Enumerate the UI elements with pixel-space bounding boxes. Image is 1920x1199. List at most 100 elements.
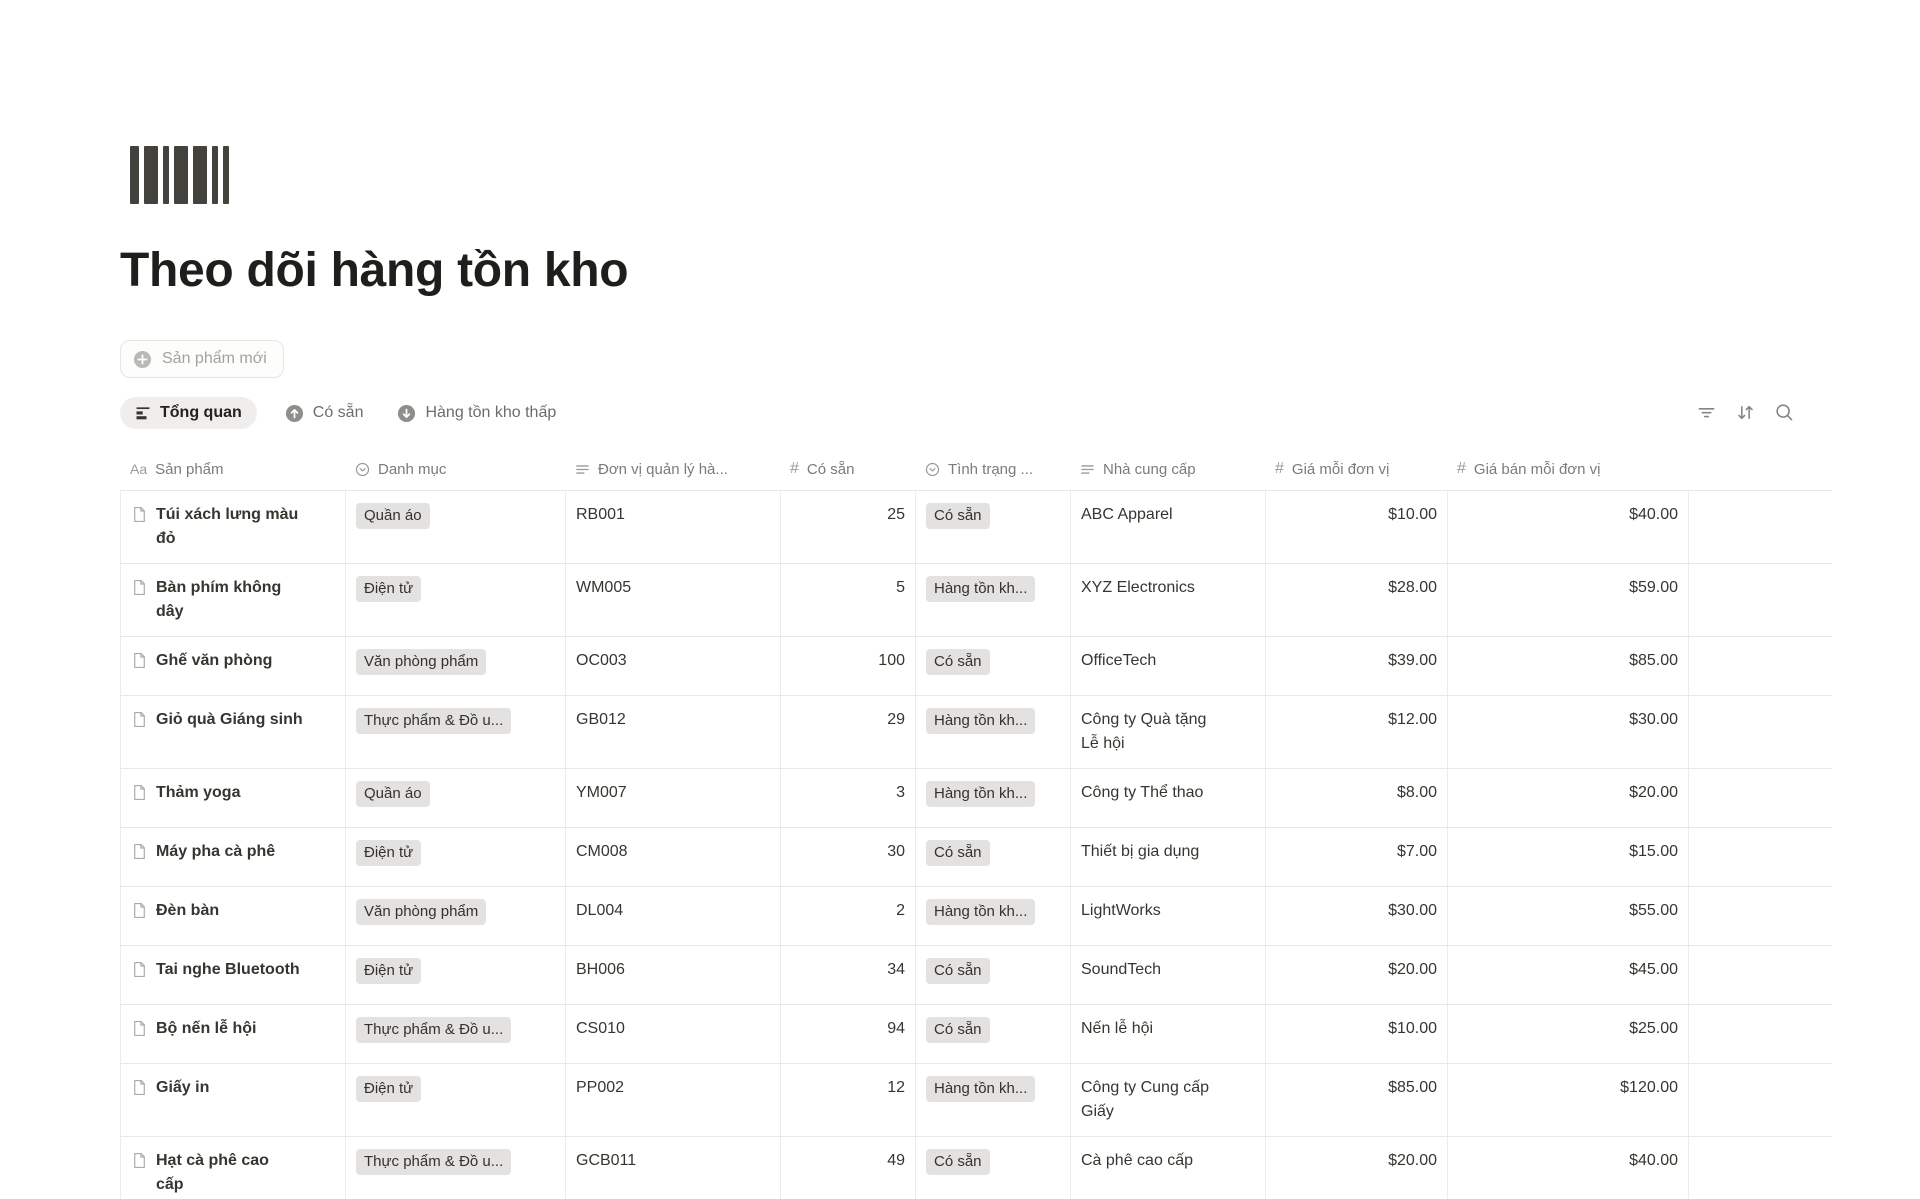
sale-price-cell[interactable]: $45.00 [1448,946,1689,1004]
sku-cell[interactable]: OC003 [566,637,781,695]
column-header-sku[interactable]: Đơn vị quản lý hà... [565,461,780,478]
barcode-icon[interactable] [130,146,1832,204]
supplier-cell[interactable]: LightWorks [1071,887,1266,945]
supplier-cell[interactable]: OfficeTech [1071,637,1266,695]
product-cell[interactable]: Giấy in [121,1064,346,1136]
search-button[interactable] [1772,400,1796,424]
available-cell[interactable]: 12 [781,1064,916,1136]
column-header-status[interactable]: Tình trạng ... [915,461,1070,478]
category-cell[interactable]: Văn phòng phẩm [346,887,566,945]
category-cell[interactable]: Quần áo [346,769,566,827]
available-cell[interactable]: 100 [781,637,916,695]
empty-cell[interactable] [1689,1064,1833,1136]
unit-price-cell[interactable]: $10.00 [1266,491,1448,563]
empty-cell[interactable] [1689,828,1833,886]
unit-price-cell[interactable]: $20.00 [1266,946,1448,1004]
supplier-cell[interactable]: Nến lễ hội [1071,1005,1266,1063]
status-cell[interactable]: Có sẵn [916,828,1071,886]
product-cell[interactable]: Máy pha cà phê [121,828,346,886]
sale-price-cell[interactable]: $20.00 [1448,769,1689,827]
product-cell[interactable]: Ghế văn phòng [121,637,346,695]
category-cell[interactable]: Văn phòng phẩm [346,637,566,695]
tab-overview[interactable]: Tổng quan [120,397,257,429]
empty-cell[interactable] [1689,696,1833,768]
status-cell[interactable]: Có sẵn [916,946,1071,1004]
supplier-cell[interactable]: Công ty Thể thao [1071,769,1266,827]
unit-price-cell[interactable]: $7.00 [1266,828,1448,886]
column-header-unit_price[interactable]: # Giá mỗi đơn vị [1265,460,1447,478]
supplier-cell[interactable]: ABC Apparel [1071,491,1266,563]
new-product-button[interactable]: Sản phẩm mới [120,340,284,378]
status-cell[interactable]: Có sẵn [916,1005,1071,1063]
unit-price-cell[interactable]: $8.00 [1266,769,1448,827]
category-cell[interactable]: Điện tử [346,828,566,886]
empty-cell[interactable] [1689,637,1833,695]
column-header-product[interactable]: Aa Sản phẩm [120,461,345,478]
sku-cell[interactable]: RB001 [566,491,781,563]
unit-price-cell[interactable]: $39.00 [1266,637,1448,695]
empty-cell[interactable] [1689,491,1833,563]
product-cell[interactable]: Tai nghe Bluetooth [121,946,346,1004]
product-cell[interactable]: Túi xách lưng màu đỏ [121,491,346,563]
empty-cell[interactable] [1689,769,1833,827]
column-header-sale_price[interactable]: # Giá bán mỗi đơn vị [1447,460,1688,478]
supplier-cell[interactable]: Cà phê cao cấp [1071,1137,1266,1199]
unit-price-cell[interactable]: $10.00 [1266,1005,1448,1063]
status-cell[interactable]: Hàng tồn kh... [916,769,1071,827]
column-header-supplier[interactable]: Nhà cung cấp [1070,461,1265,478]
available-cell[interactable]: 30 [781,828,916,886]
category-cell[interactable]: Thực phẩm & Đồ u... [346,1137,566,1199]
status-cell[interactable]: Có sẵn [916,1137,1071,1199]
status-cell[interactable]: Hàng tồn kh... [916,564,1071,636]
empty-cell[interactable] [1689,1137,1833,1199]
sale-price-cell[interactable]: $25.00 [1448,1005,1689,1063]
sku-cell[interactable]: PP002 [566,1064,781,1136]
product-cell[interactable]: Thảm yoga [121,769,346,827]
sale-price-cell[interactable]: $40.00 [1448,491,1689,563]
product-cell[interactable]: Giỏ quà Giáng sinh [121,696,346,768]
supplier-cell[interactable]: Công ty Cung cấp Giấy [1071,1064,1266,1136]
category-cell[interactable]: Thực phẩm & Đồ u... [346,696,566,768]
sale-price-cell[interactable]: $30.00 [1448,696,1689,768]
unit-price-cell[interactable]: $28.00 [1266,564,1448,636]
page-title[interactable]: Theo dõi hàng tồn kho [120,242,1832,300]
empty-cell[interactable] [1689,887,1833,945]
tab-low-stock[interactable]: Hàng tồn kho thấp [391,397,562,430]
sku-cell[interactable]: WM005 [566,564,781,636]
available-cell[interactable]: 25 [781,491,916,563]
sort-button[interactable] [1733,400,1757,424]
empty-cell[interactable] [1689,946,1833,1004]
unit-price-cell[interactable]: $12.00 [1266,696,1448,768]
category-cell[interactable]: Điện tử [346,946,566,1004]
sale-price-cell[interactable]: $85.00 [1448,637,1689,695]
sku-cell[interactable]: GCB011 [566,1137,781,1199]
available-cell[interactable]: 49 [781,1137,916,1199]
sku-cell[interactable]: BH006 [566,946,781,1004]
empty-cell[interactable] [1689,564,1833,636]
product-cell[interactable]: Đèn bàn [121,887,346,945]
sale-price-cell[interactable]: $59.00 [1448,564,1689,636]
sku-cell[interactable]: CS010 [566,1005,781,1063]
filter-button[interactable] [1694,400,1718,424]
category-cell[interactable]: Quần áo [346,491,566,563]
product-cell[interactable]: Bộ nến lễ hội [121,1005,346,1063]
category-cell[interactable]: Điện tử [346,564,566,636]
available-cell[interactable]: 34 [781,946,916,1004]
sale-price-cell[interactable]: $15.00 [1448,828,1689,886]
sku-cell[interactable]: YM007 [566,769,781,827]
category-cell[interactable]: Thực phẩm & Đồ u... [346,1005,566,1063]
column-header-available[interactable]: # Có sẵn [780,460,915,478]
column-header-category[interactable]: Danh mục [345,461,565,478]
status-cell[interactable]: Hàng tồn kh... [916,1064,1071,1136]
category-cell[interactable]: Điện tử [346,1064,566,1136]
sku-cell[interactable]: CM008 [566,828,781,886]
status-cell[interactable]: Hàng tồn kh... [916,887,1071,945]
status-cell[interactable]: Có sẵn [916,637,1071,695]
unit-price-cell[interactable]: $20.00 [1266,1137,1448,1199]
available-cell[interactable]: 3 [781,769,916,827]
status-cell[interactable]: Có sẵn [916,491,1071,563]
available-cell[interactable]: 94 [781,1005,916,1063]
supplier-cell[interactable]: SoundTech [1071,946,1266,1004]
supplier-cell[interactable]: Thiết bị gia dụng [1071,828,1266,886]
product-cell[interactable]: Hạt cà phê cao cấp [121,1137,346,1199]
